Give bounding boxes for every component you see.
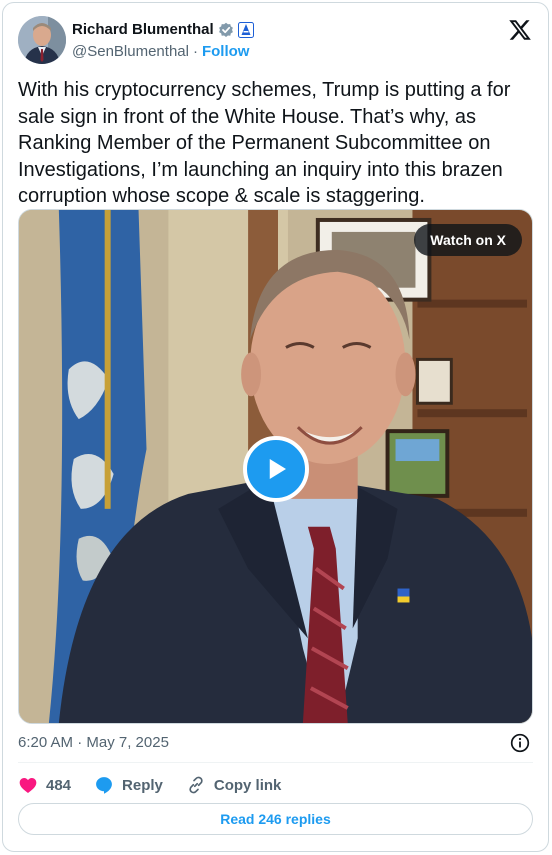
video-player[interactable]: Watch on X: [18, 209, 533, 724]
follow-button[interactable]: Follow: [202, 43, 250, 60]
reply-bubble-icon: [96, 777, 112, 794]
author-name-row: Richard Blumenthal: [72, 21, 254, 38]
tweet-card: Richard Blumenthal @SenBlumenthal · Foll…: [2, 2, 549, 852]
verified-badge-icon: [218, 22, 234, 38]
copy-link-label: Copy link: [213, 776, 282, 794]
government-affiliate-icon: [237, 21, 254, 38]
reply-label: Reply: [122, 776, 163, 794]
reply-button[interactable]: Reply: [94, 775, 163, 795]
play-button[interactable]: [243, 436, 309, 502]
like-count: 484: [46, 776, 72, 794]
watch-on-x-button[interactable]: Watch on X: [414, 224, 522, 256]
x-logo-icon[interactable]: [508, 18, 532, 42]
heart-icon: [19, 778, 37, 793]
divider: [18, 762, 533, 763]
copy-link-button[interactable]: Copy link: [186, 775, 282, 795]
author-handle[interactable]: @SenBlumenthal: [72, 43, 189, 60]
action-bar: 484 Reply Copy link: [18, 771, 304, 799]
avatar[interactable]: [18, 16, 66, 64]
tweet-timestamp[interactable]: 6:20 AM · May 7, 2025: [18, 734, 169, 751]
tweet-text: With his cryptocurrency schemes, Trump i…: [18, 79, 516, 207]
info-icon[interactable]: [510, 733, 530, 753]
author-display-name[interactable]: Richard Blumenthal: [72, 21, 214, 38]
like-button[interactable]: 484: [18, 775, 71, 795]
play-icon: [269, 459, 286, 479]
separator-dot: ·: [192, 43, 198, 60]
author-handle-row: @SenBlumenthal · Follow: [72, 43, 249, 60]
link-icon: [189, 776, 203, 794]
read-replies-button[interactable]: Read 246 replies: [18, 803, 533, 835]
